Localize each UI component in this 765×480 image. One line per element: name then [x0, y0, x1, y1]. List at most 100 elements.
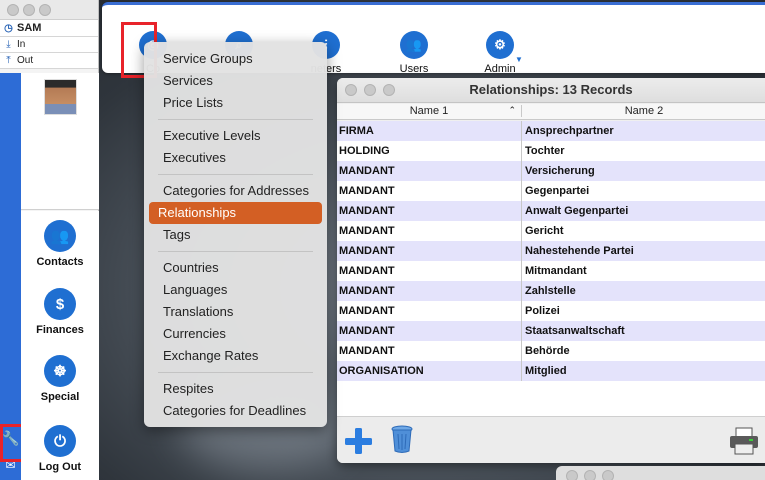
close-window-button[interactable]: [7, 4, 19, 16]
menu-item-executives[interactable]: Executives: [149, 147, 322, 169]
table-row[interactable]: MANDANT Versicherung: [337, 161, 765, 181]
table-row[interactable]: MANDANT Anwalt Gegenpartei: [337, 201, 765, 221]
cell-name1: MANDANT: [337, 181, 522, 201]
cell-name1: MANDANT: [337, 261, 522, 281]
cell-name1: MANDANT: [337, 241, 522, 261]
cell-name2: Nahestehende Partei: [525, 245, 634, 257]
finances-label: Finances: [36, 324, 84, 336]
special-button[interactable]: ☸ Special: [21, 355, 99, 403]
photo-panel: [21, 73, 99, 210]
table-row[interactable]: HOLDING Tochter: [337, 141, 765, 161]
menu-item-translations[interactable]: Translations: [149, 301, 322, 323]
zoom-window-button[interactable]: [602, 470, 614, 480]
cell-name2: Anwalt Gegenpartei: [525, 205, 629, 217]
minimize-window-button[interactable]: [584, 470, 596, 480]
logout-button[interactable]: ⏻ Log Out: [21, 425, 99, 473]
table-row[interactable]: MANDANT Nahestehende Partei: [337, 241, 765, 261]
minimize-window-button[interactable]: [364, 84, 376, 96]
menu-item-executive-levels[interactable]: Executive Levels: [149, 125, 322, 147]
chevron-down-icon[interactable]: ▼: [515, 55, 523, 64]
table-header: Name 1 ⌃ Name 2: [337, 104, 765, 120]
toolbar-button-users[interactable]: 👥 Users: [379, 31, 449, 75]
background-window: [556, 466, 765, 480]
menu-item-currencies[interactable]: Currencies: [149, 323, 322, 345]
special-label: Special: [40, 391, 80, 403]
window-title: Relationships: 13 Records: [469, 82, 633, 97]
zoom-window-button[interactable]: [383, 84, 395, 96]
inbox-icon: ⤓: [6, 39, 11, 50]
menu-item-price-lists[interactable]: Price Lists: [149, 92, 322, 114]
cell-name1: MANDANT: [337, 321, 522, 341]
cell-name1: MANDANT: [337, 161, 522, 181]
admin-icon: ⚙: [486, 31, 514, 59]
menu-item-exchange-rates[interactable]: Exchange Rates: [149, 345, 322, 367]
cell-name1: HOLDING: [337, 141, 522, 161]
cell-name2: Behörde: [525, 345, 570, 357]
contacts-label: Contacts: [36, 256, 84, 268]
table-row[interactable]: ORGANISATION Mitglied: [337, 361, 765, 381]
users-icon: 👥: [400, 31, 428, 59]
cell-name2: Staatsanwaltschaft: [525, 325, 625, 337]
menu-item-languages[interactable]: Languages: [149, 279, 322, 301]
table-row[interactable]: MANDANT Gegenpartei: [337, 181, 765, 201]
menu-separator: [158, 119, 313, 120]
cell-name1: MANDANT: [337, 201, 522, 221]
cell-name2: Versicherung: [525, 165, 595, 177]
sidebar-titlebar: [0, 0, 98, 20]
zoom-window-button[interactable]: [39, 4, 51, 16]
menu-item-countries[interactable]: Countries: [149, 257, 322, 279]
outbox-row[interactable]: ⤒ Out: [0, 53, 98, 69]
table-row[interactable]: MANDANT Behörde: [337, 341, 765, 361]
menu-item-categories-for-addresses[interactable]: Categories for Addresses: [149, 180, 322, 202]
user-photo: [44, 79, 77, 115]
cell-name2: Tochter: [525, 145, 565, 157]
cell-name2: Zahlstelle: [525, 285, 576, 297]
inbox-row[interactable]: ⤓ In: [0, 37, 98, 53]
printer-icon[interactable]: [728, 427, 760, 455]
minimize-window-button[interactable]: [23, 4, 35, 16]
relationships-table: FIRMA Ansprechpartner HOLDING Tochter MANDAN…: [337, 121, 765, 416]
cell-name1: FIRMA: [337, 121, 522, 141]
sidebar-window: ◷ SAM ⤓ In ⤒ Out 🔧 ✉ 👥 Contacts $ Financ…: [0, 0, 99, 480]
menu-item-relationships[interactable]: Relationships: [149, 202, 322, 224]
user-name: SAM: [17, 22, 42, 34]
cell-name1: MANDANT: [337, 221, 522, 241]
cell-name2: Ansprechpartner: [525, 125, 614, 137]
trash-icon[interactable]: [390, 424, 414, 454]
table-row[interactable]: MANDANT Zahlstelle: [337, 281, 765, 301]
column-header-name2-label: Name 2: [624, 105, 664, 117]
cell-name1: MANDANT: [337, 301, 522, 321]
close-window-button[interactable]: [566, 470, 578, 480]
inbox-label: In: [17, 39, 26, 50]
menu-item-services[interactable]: Services: [149, 70, 322, 92]
user-row: ◷ SAM: [0, 20, 98, 37]
column-header-name2[interactable]: Name 2: [523, 105, 765, 117]
outbox-icon: ⤒: [6, 55, 11, 66]
table-row[interactable]: MANDANT Polizei: [337, 301, 765, 321]
contacts-icon: 👥: [44, 220, 76, 252]
toolbar-titlebar: [102, 5, 765, 20]
table-row[interactable]: MANDANT Mitmandant: [337, 261, 765, 281]
cell-name1: ORGANISATION: [337, 361, 522, 381]
table-row[interactable]: FIRMA Ansprechpartner: [337, 121, 765, 141]
table-row[interactable]: MANDANT Staatsanwaltschaft: [337, 321, 765, 341]
close-window-button[interactable]: [345, 84, 357, 96]
power-icon: ⏻: [44, 425, 76, 457]
menu-item-respites[interactable]: Respites: [149, 378, 322, 400]
finances-button[interactable]: $ Finances: [21, 288, 99, 336]
contacts-button[interactable]: 👥 Contacts: [21, 220, 99, 268]
menu-item-categories-for-deadlines[interactable]: Categories for Deadlines: [149, 400, 322, 422]
logout-label: Log Out: [38, 461, 82, 473]
menu-item-service-groups[interactable]: Service Groups: [149, 48, 322, 70]
clock-icon: ◷: [4, 22, 13, 34]
column-header-name1[interactable]: Name 1 ⌃: [337, 105, 522, 117]
relationships-footer: [337, 416, 765, 463]
sidebar-strip: 🔧 ✉: [0, 73, 21, 480]
add-icon[interactable]: [343, 426, 373, 456]
column-header-name1-label: Name 1: [409, 105, 449, 117]
table-row[interactable]: MANDANT Gericht: [337, 221, 765, 241]
cell-name2: Mitmandant: [525, 265, 587, 277]
relationships-window: Relationships: 13 Records Name 1 ⌃ Name …: [337, 78, 765, 463]
menu-item-tags[interactable]: Tags: [149, 224, 322, 246]
toolbar-button-admin[interactable]: ⚙ Admin: [465, 31, 535, 75]
